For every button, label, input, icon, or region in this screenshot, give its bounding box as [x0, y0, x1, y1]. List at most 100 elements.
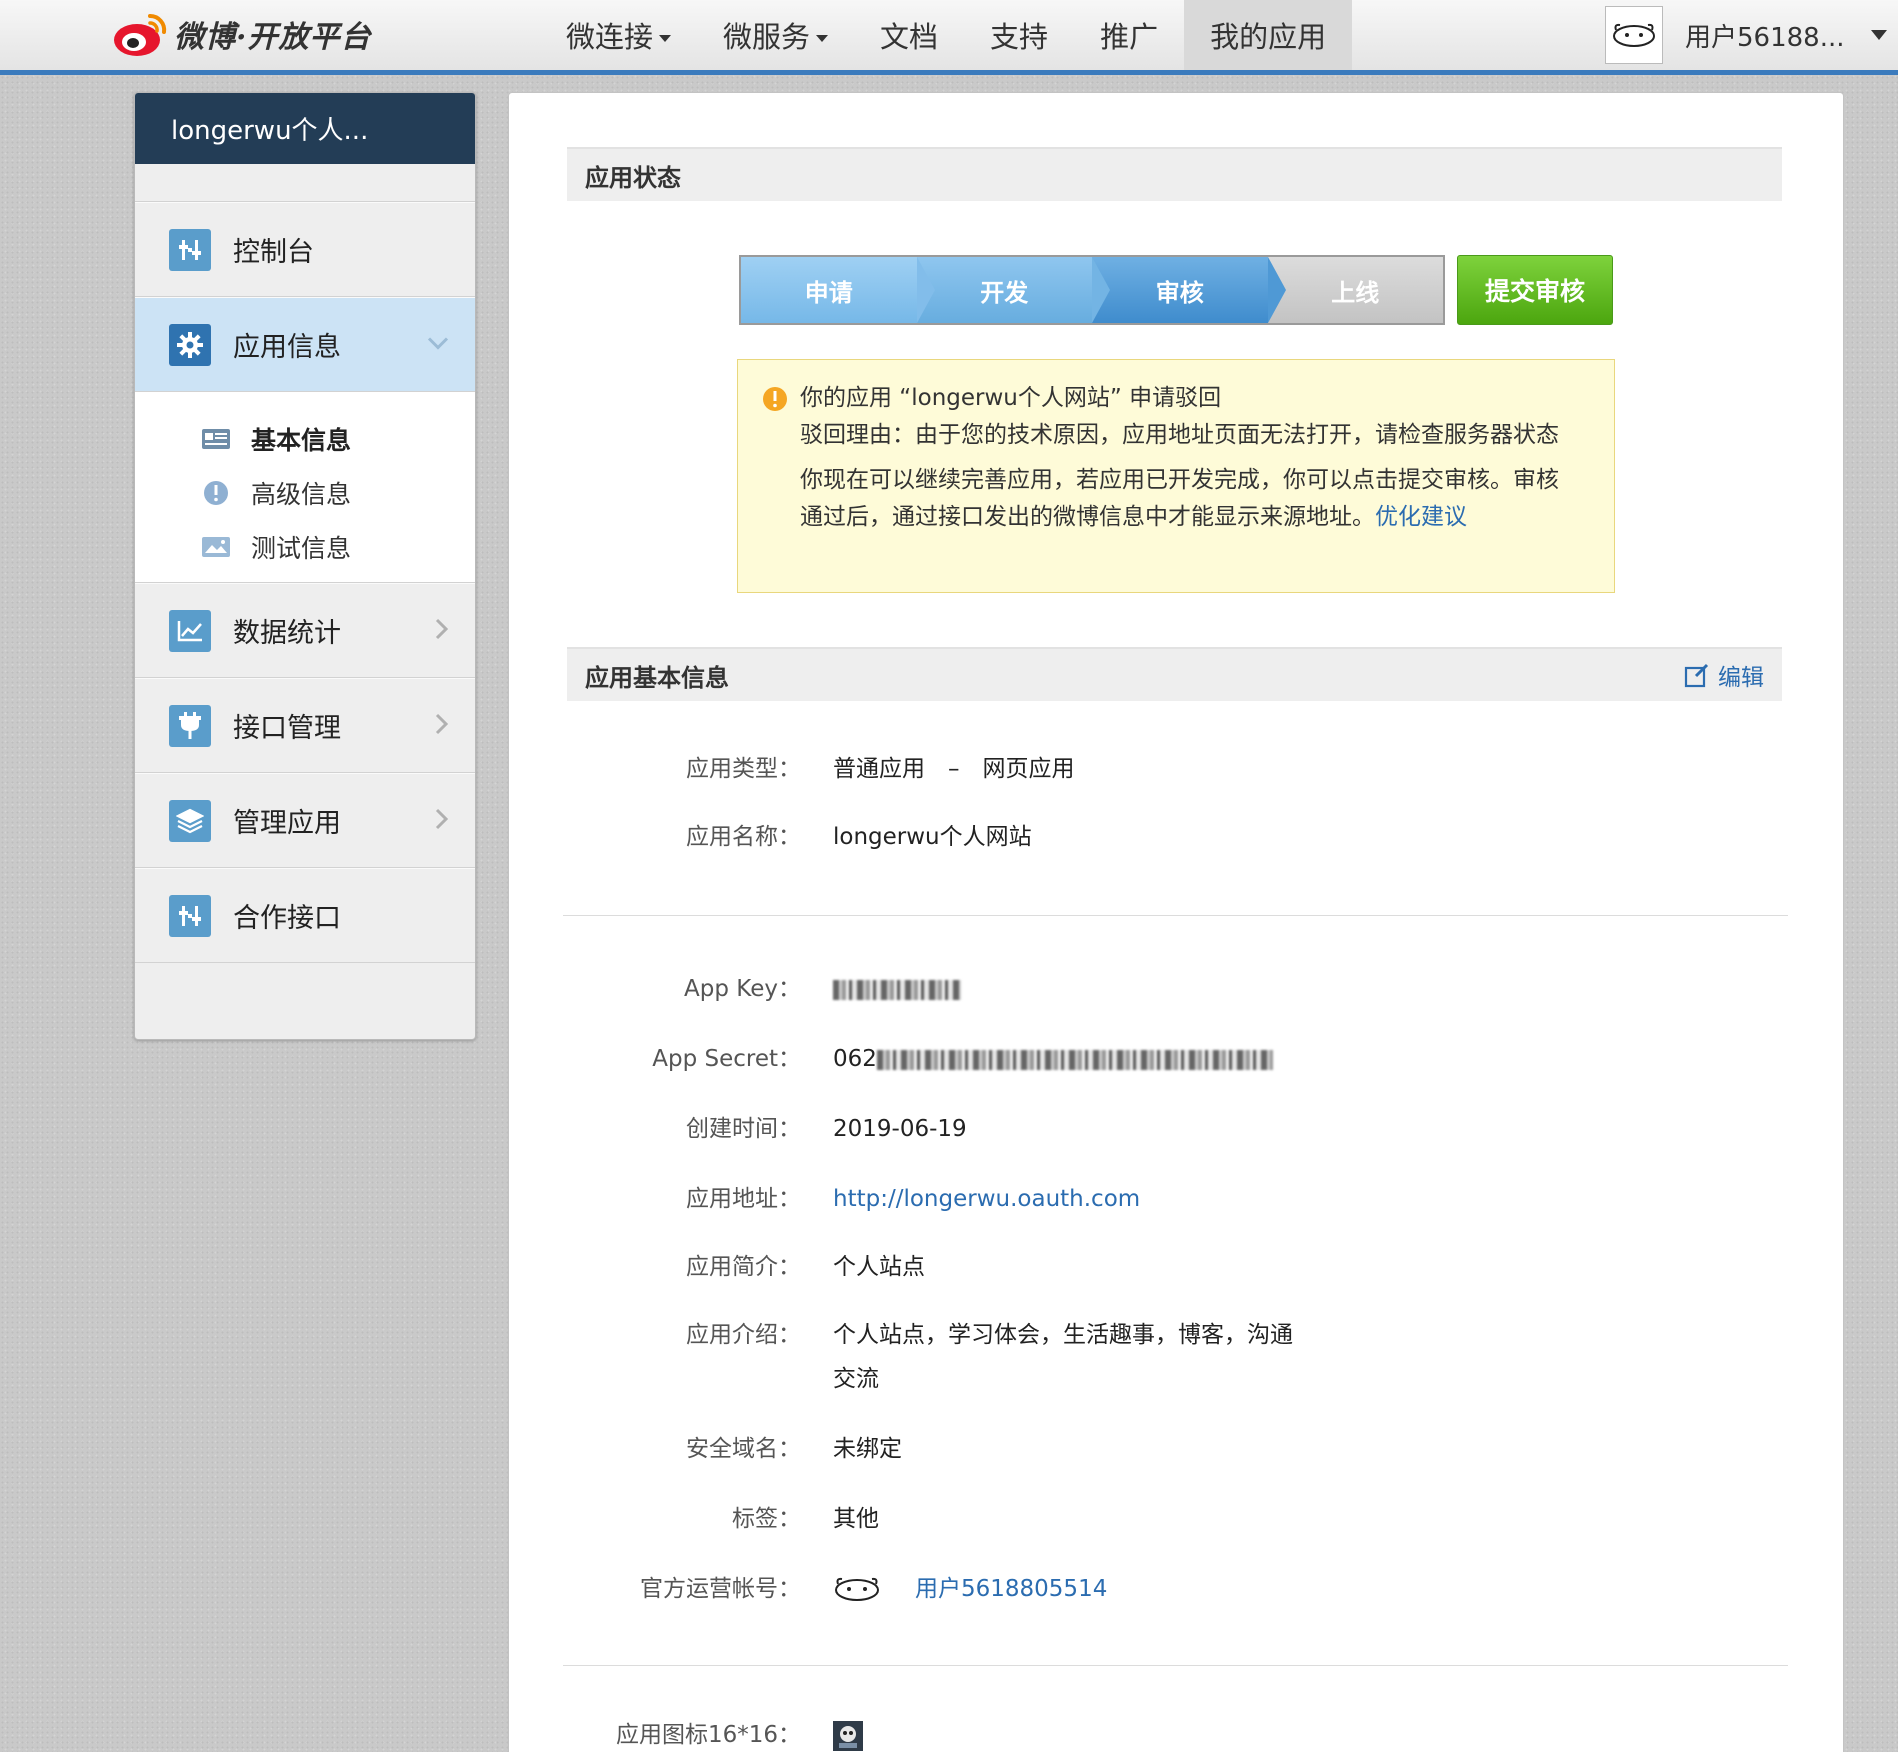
nav-label: 推广	[1100, 20, 1159, 54]
field-app-url: 应用地址： http://longerwu.oauth.com	[509, 1177, 1845, 1221]
nav-weilianjie[interactable]: 微连接	[540, 0, 697, 70]
section-title: 应用基本信息	[585, 663, 729, 692]
nav-label: 微连接	[566, 20, 654, 54]
field-label: 创建时间：	[686, 1116, 801, 1142]
section-title: 应用状态	[585, 163, 681, 192]
field-app-icon-16: 应用图标16*16：	[509, 1713, 1845, 1752]
sidebar-item-label: 合作接口	[233, 903, 341, 934]
field-label: 应用简介：	[686, 1254, 801, 1280]
official-account-link[interactable]: 用户5618805514	[915, 1567, 1107, 1611]
main-panel: 应用状态 申请 开发 审核 上线 提交审核 你的应用 “longerwu个人网站…	[508, 92, 1844, 1752]
nav-weifuwu[interactable]: 微服务	[697, 0, 854, 70]
field-app-type: 应用类型： 普通应用 – 网页应用	[509, 747, 1845, 791]
field-value: 062	[833, 1037, 1313, 1081]
field-label: 标签：	[732, 1506, 801, 1532]
field-label: 应用地址：	[686, 1186, 801, 1212]
caret-down-icon	[816, 34, 829, 42]
step-label: 申请	[804, 278, 853, 307]
step-arrow	[916, 257, 935, 323]
edit-button[interactable]: 编辑	[1684, 658, 1764, 692]
field-tags: 标签： 其他	[509, 1497, 1845, 1541]
field-label: 安全域名：	[686, 1436, 801, 1462]
field-value	[833, 1713, 1313, 1752]
divider	[563, 1665, 1788, 1666]
field-value: 普通应用 – 网页应用	[833, 756, 1075, 782]
info-circle-icon	[201, 481, 231, 505]
field-safe-domain: 安全域名： 未绑定	[509, 1427, 1845, 1471]
field-app-summary: 应用简介： 个人站点	[509, 1245, 1845, 1289]
edit-label: 编辑	[1718, 665, 1764, 691]
field-label: App Secret：	[652, 1046, 801, 1072]
field-app-name: 应用名称： longerwu个人网站	[509, 815, 1845, 859]
field-label: 官方运营帐号：	[640, 1576, 801, 1602]
pig-face-icon	[1613, 23, 1655, 47]
sidebar-item-label: 管理应用	[233, 808, 341, 839]
field-value	[833, 967, 1313, 1011]
weibo-eye-icon	[112, 10, 170, 58]
field-label: 应用图标16*16：	[615, 1722, 801, 1748]
caret-down-icon[interactable]	[1870, 30, 1887, 40]
nav-promote[interactable]: 推广	[1074, 0, 1184, 70]
optimize-suggestion-link[interactable]: 优化建议	[1375, 504, 1467, 530]
step-apply: 申请	[741, 257, 935, 323]
field-label: App Key：	[684, 976, 801, 1002]
field-value: 个人站点	[833, 1254, 925, 1280]
user-menu[interactable]: 用户56188...	[1605, 0, 1887, 70]
nav-label: 我的应用	[1210, 20, 1327, 54]
submenu-test-info[interactable]: 测试信息	[135, 520, 475, 574]
sidebar-item-app-info[interactable]: 应用信息	[135, 297, 475, 392]
field-official-account: 官方运营帐号： 用户5618805514	[509, 1567, 1845, 1611]
redacted-app-key	[833, 979, 961, 1000]
field-app-key: App Key：	[509, 967, 1845, 1011]
sidebar-item-statistics[interactable]: 数据统计	[135, 583, 475, 678]
sidebar-item-label: 数据统计	[233, 618, 341, 649]
sidebar-item-api-management[interactable]: 接口管理	[135, 678, 475, 773]
caret-down-icon	[659, 34, 672, 42]
chevron-right-icon	[435, 618, 449, 644]
chevron-right-icon	[435, 713, 449, 739]
submenu-label: 测试信息	[251, 534, 352, 563]
main-nav: 微连接 微服务 文档 支持 推广 我的应用	[540, 0, 1353, 75]
app-status-header: 应用状态	[567, 147, 1782, 201]
notice-reason: 驳回理由：由于您的技术原因，应用地址页面无法打开，请检查服务器状态	[800, 422, 1559, 448]
image-icon	[201, 535, 231, 559]
field-app-secret: App Secret： 062	[509, 1037, 1845, 1081]
field-value: 用户5618805514	[833, 1567, 1313, 1611]
field-value: 其他	[833, 1506, 879, 1532]
sidebar-item-label: 接口管理	[233, 713, 341, 744]
sidebar-item-label: 应用信息	[233, 332, 341, 363]
step-review: 审核	[1092, 257, 1286, 323]
submenu-advanced-info[interactable]: 高级信息	[135, 466, 475, 520]
field-value: 2019-06-19	[833, 1116, 967, 1142]
nav-docs[interactable]: 文档	[854, 0, 964, 70]
nav-my-apps[interactable]: 我的应用	[1184, 0, 1353, 70]
field-label: 应用介绍：	[686, 1322, 801, 1348]
sliders-icon	[169, 228, 211, 271]
app-url-link[interactable]: http://longerwu.oauth.com	[833, 1186, 1140, 1212]
submenu-label: 高级信息	[251, 480, 352, 509]
step-label: 上线	[1331, 278, 1380, 307]
sidebar-spacer	[135, 164, 475, 202]
top-navbar: 微博·开放平台 微连接 微服务 文档 支持 推广 我的应用 用户56188...	[0, 0, 1898, 75]
submenu-basic-info[interactable]: 基本信息	[135, 412, 475, 466]
layers-icon	[169, 799, 211, 842]
redacted-app-secret	[876, 1049, 1273, 1070]
submit-review-button[interactable]: 提交审核	[1457, 255, 1613, 325]
field-value: 未绑定	[833, 1436, 902, 1462]
user-name[interactable]: 用户56188...	[1685, 17, 1845, 54]
nav-support[interactable]: 支持	[964, 0, 1074, 70]
avatar[interactable]	[1605, 6, 1663, 64]
sidebar-item-label: 控制台	[233, 237, 314, 268]
weibo-logo[interactable]: 微博·开放平台	[112, 6, 371, 62]
step-label: 审核	[1155, 278, 1204, 307]
sidebar-item-console[interactable]: 控制台	[135, 202, 475, 297]
notice-body-wrap: 你现在可以继续完善应用，若应用已开发完成，你可以点击提交审核。审核通过后，通过接…	[800, 462, 1574, 536]
field-label: 应用类型：	[686, 756, 801, 782]
field-label: 应用名称：	[686, 824, 801, 850]
sidebar-item-partner-api[interactable]: 合作接口	[135, 868, 475, 963]
field-value: 个人站点，学习体会，生活趣事，博客，沟通交流	[833, 1322, 1293, 1392]
line-chart-icon	[169, 609, 211, 652]
nav-label: 支持	[990, 20, 1049, 54]
sidebar-item-manage-app[interactable]: 管理应用	[135, 773, 475, 868]
sidebar: longerwu个人... 控制台 应用信息 基本信息 高级信息 测试信息 数据…	[134, 92, 476, 1040]
